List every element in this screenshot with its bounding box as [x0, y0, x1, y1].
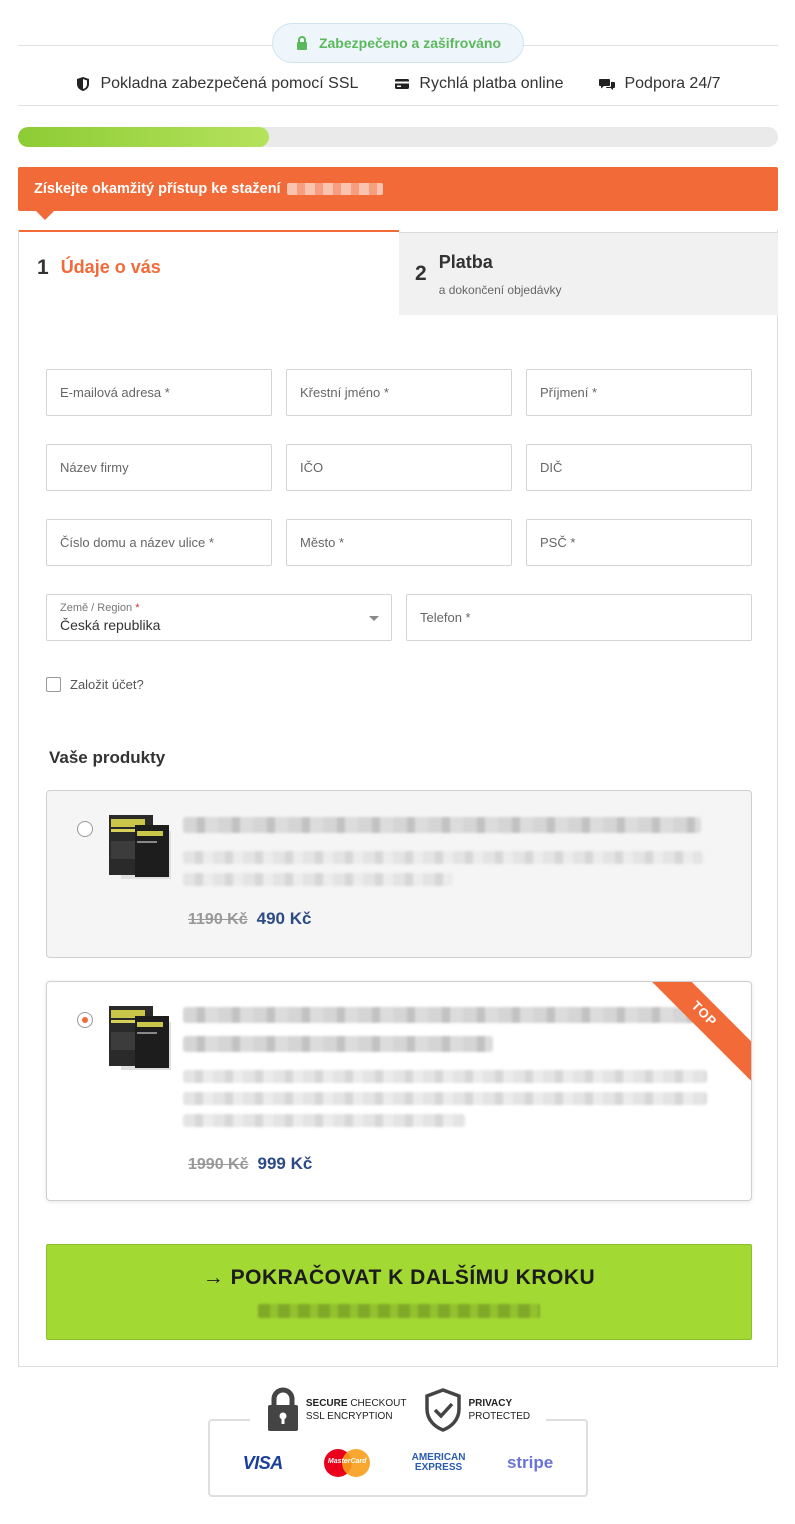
visa-logo: VISA — [242, 1452, 284, 1473]
mastercard-logo: MasterCard — [324, 1449, 371, 1477]
first-name-field[interactable]: Křestní jméno * — [286, 369, 512, 416]
phone-placeholder: Telefon * — [420, 610, 471, 625]
create-account-label: Založit účet? — [70, 677, 144, 692]
zip-field[interactable]: PSČ * — [526, 519, 752, 566]
product-book-image — [109, 1006, 171, 1070]
redacted-product-name — [286, 183, 383, 195]
first-name-placeholder: Křestní jméno * — [300, 385, 389, 400]
price-old: 1990 Kč — [188, 1156, 249, 1173]
phone-field[interactable]: Telefon * — [406, 594, 752, 641]
product-option[interactable]: 1990 Kč 999 Kč TOP — [46, 981, 752, 1201]
feature-support: Podpora 24/7 — [599, 74, 721, 93]
secure-rest: CHECKOUT — [350, 1398, 407, 1409]
checkout-form: 1 Údaje o vás 2 Platba a dokončení objed… — [18, 230, 778, 1367]
company-field[interactable]: Název firmy — [46, 444, 272, 491]
access-banner: Získejte okamžitý přístup ke stažení — [18, 167, 778, 220]
country-select[interactable]: Země / Region * Česká republika — [46, 594, 392, 641]
privacy-badge: PRIVACY PROTECTED — [424, 1387, 530, 1433]
redacted-product-description — [183, 1092, 707, 1105]
privacy-protected: PROTECTED — [468, 1411, 531, 1422]
feature-label: Rychlá platba online — [419, 74, 564, 92]
chat-icon — [599, 78, 616, 90]
email-field[interactable]: E-mailová adresa * — [46, 369, 272, 416]
step-number: 2 — [415, 262, 427, 285]
step-label: Údaje o vás — [60, 257, 161, 277]
last-name-placeholder: Příjmení * — [540, 385, 598, 400]
redacted-product-description — [183, 873, 453, 886]
product-radio-selected[interactable] — [77, 1012, 93, 1028]
feature-label: Pokladna zabezpečená pomocí SSL — [100, 74, 359, 92]
amex-logo: AMERICAN EXPRESS — [411, 1451, 466, 1473]
city-placeholder: Město * — [300, 535, 345, 550]
country-label: Země / Region — [60, 602, 133, 614]
step-details[interactable]: 1 Údaje o vás — [19, 230, 399, 315]
required-marker: * — [135, 602, 140, 614]
step-payment[interactable]: 2 Platba a dokončení objedávky — [399, 232, 778, 315]
mastercard-text: MasterCard — [327, 1458, 367, 1465]
feature-ssl: Pokladna zabezpečená pomocí SSL — [75, 75, 358, 93]
stripe-logo: stripe — [506, 1453, 554, 1472]
street-placeholder: Číslo domu a název ulice * — [60, 535, 214, 550]
ico-placeholder: IČO — [300, 460, 324, 475]
redacted-product-description — [183, 1114, 465, 1127]
features-bar: Pokladna zabezpečená pomocí SSL Rychlá p… — [18, 62, 778, 106]
company-placeholder: Název firmy — [60, 460, 129, 475]
shield-icon — [77, 76, 90, 91]
shield-check-icon — [425, 1388, 462, 1432]
price-old: 1190 Kč — [188, 911, 248, 928]
country-value: Česká republika — [60, 617, 161, 633]
street-field[interactable]: Číslo domu a název ulice * — [46, 519, 272, 566]
banner-text: Získejte okamžitý přístup ke stažení — [34, 181, 281, 197]
padlock-icon — [267, 1387, 298, 1431]
feature-payment: Rychlá platba online — [394, 75, 563, 93]
secure-checkout-badge: SECURE CHECKOUT SSL ENCRYPTION — [266, 1387, 407, 1433]
product-price: 1190 Kč 490 Kč — [188, 909, 311, 929]
step-number: 1 — [37, 255, 49, 279]
lock-icon — [296, 36, 307, 50]
top-ribbon: TOP — [633, 982, 751, 1085]
trust-header: SECURE CHECKOUT SSL ENCRYPTION PRIVACY PRO… — [250, 1384, 546, 1436]
redacted-cta-subtitle — [258, 1304, 540, 1318]
redacted-product-title — [183, 1036, 493, 1052]
ico-field[interactable]: IČO — [286, 444, 512, 491]
privacy-bold: PRIVACY — [468, 1398, 513, 1409]
redacted-product-description — [183, 851, 703, 864]
chevron-down-icon — [369, 616, 379, 621]
redacted-product-title — [183, 1007, 711, 1023]
continue-button[interactable]: → POKRAČOVAT K DALŠÍMU KROKU — [46, 1244, 752, 1340]
last-name-field[interactable]: Příjmení * — [526, 369, 752, 416]
redacted-product-description — [183, 1070, 707, 1083]
continue-button-label: → POKRAČOVAT K DALŠÍMU KROKU — [202, 1266, 596, 1289]
zip-placeholder: PSČ * — [540, 535, 576, 550]
payment-cards: VISA MasterCard AMERICAN EXPRESS stripe — [222, 1443, 574, 1483]
ssl-encryption: SSL ENCRYPTION — [305, 1411, 393, 1422]
step-label: Platba — [438, 251, 493, 272]
dic-field[interactable]: DIČ — [526, 444, 752, 491]
secure-badge-label: Zabezpečeno a zašifrováno — [318, 35, 502, 51]
credit-card-icon — [395, 78, 410, 89]
product-radio[interactable] — [77, 821, 93, 837]
secure-bold: SECURE — [305, 1398, 348, 1409]
city-field[interactable]: Město * — [286, 519, 512, 566]
checkout-progress-bar — [18, 127, 778, 147]
feature-label: Podpora 24/7 — [624, 74, 721, 92]
step-sublabel: a dokončení objedávky — [438, 282, 562, 297]
product-option[interactable]: 1190 Kč 490 Kč — [46, 790, 752, 958]
products-title: Vaše produkty — [49, 748, 166, 767]
email-placeholder: E-mailová adresa * — [60, 385, 170, 400]
secure-badge: Zabezpečeno a zašifrováno — [272, 23, 524, 63]
price-new: 999 Kč — [257, 1154, 313, 1173]
product-price: 1990 Kč 999 Kč — [188, 1154, 312, 1174]
dic-placeholder: DIČ — [540, 460, 563, 475]
product-book-image — [109, 815, 171, 879]
progress-fill — [18, 127, 269, 147]
create-account-row[interactable]: Založit účet? — [46, 677, 144, 692]
create-account-checkbox[interactable] — [46, 677, 61, 692]
redacted-product-title — [183, 817, 701, 833]
price-new: 490 Kč — [256, 909, 312, 928]
